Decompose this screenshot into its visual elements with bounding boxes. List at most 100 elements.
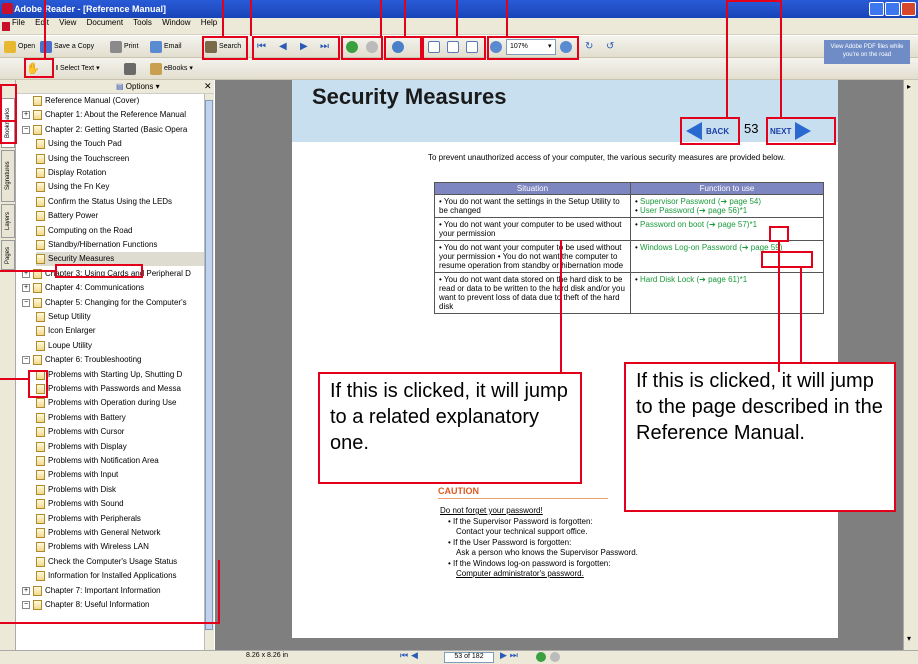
maximize-button[interactable]	[885, 2, 900, 16]
tab-signatures[interactable]: Signatures	[1, 150, 15, 202]
bookmark-item[interactable]: − Chapter 8: Useful Information	[22, 598, 204, 612]
menu-window[interactable]: Window	[162, 18, 190, 27]
bookmark-item[interactable]: + Chapter 1: About the Reference Manual	[22, 108, 204, 122]
bookmark-item[interactable]: Using the Touch Pad	[36, 137, 204, 151]
bookmark-page-icon	[36, 441, 45, 452]
tab-layers[interactable]: Layers	[1, 204, 15, 238]
bookmark-item[interactable]: Battery Power	[36, 209, 204, 223]
menu-view[interactable]: View	[59, 18, 76, 27]
leader-line	[0, 622, 218, 624]
bookmark-item[interactable]: Setup Utility	[36, 310, 204, 324]
callout-related-link: If this is clicked, it will jump to a re…	[318, 372, 582, 484]
bookmark-item[interactable]: Problems with General Network	[36, 526, 204, 540]
email-button[interactable]: Email	[150, 39, 182, 55]
bookmark-item[interactable]: Problems with Starting Up, Shutting D	[36, 368, 204, 382]
rotate-clockwise-button[interactable]: ↻	[585, 39, 593, 55]
bookmark-item[interactable]: Problems with Operation during Use	[36, 396, 204, 410]
highlight-page-navigation	[252, 36, 340, 60]
scroll-down-icon[interactable]: ▾	[907, 634, 911, 643]
bookmark-page-icon	[36, 139, 45, 150]
sidebar-scroll-thumb[interactable]	[205, 100, 213, 630]
adobe-promo-banner[interactable]: View Adobe PDF files while you're on the…	[824, 40, 910, 64]
save-copy-button[interactable]: Save a Copy	[40, 39, 94, 55]
bookmark-item[interactable]: Problems with Battery	[36, 411, 204, 425]
highlight-selected-bookmark	[55, 264, 143, 278]
bookmark-item[interactable]: Problems with Disk	[36, 483, 204, 497]
collapse-icon[interactable]: −	[22, 601, 30, 609]
collapse-icon[interactable]: −	[22, 356, 30, 365]
status-forward-icon[interactable]	[550, 652, 560, 662]
bookmark-item[interactable]: Problems with Sound	[36, 497, 204, 511]
bookmark-item[interactable]: Information for Installed Applications	[36, 569, 204, 583]
bookmark-item[interactable]: Problems with Display	[36, 440, 204, 454]
print-button[interactable]: Print	[110, 39, 138, 55]
select-text-button[interactable]: I Select Text ▾	[56, 61, 100, 77]
bookmark-item[interactable]: − Chapter 5: Changing for the Computer's	[22, 296, 204, 310]
bookmark-item[interactable]: Problems with Wireless LAN	[36, 540, 204, 554]
bookmark-label: Loupe Utility	[48, 340, 93, 350]
leader-line	[0, 270, 55, 272]
leader-line	[456, 0, 458, 36]
highlight-expand-toggle	[28, 370, 48, 398]
close-panel-icon[interactable]: ✕	[204, 81, 212, 92]
scroll-right-icon[interactable]: ▸	[907, 82, 911, 91]
bookmark-item[interactable]: Problems with Peripherals	[36, 512, 204, 526]
bookmark-item[interactable]: − Chapter 6: Troubleshooting	[22, 353, 204, 367]
page-indicator-field[interactable]: 53 of 182	[444, 652, 494, 663]
tab-pages[interactable]: Pages	[1, 240, 15, 270]
leader-line	[726, 0, 782, 2]
bookmark-item[interactable]: Problems with Passwords and Messa	[36, 382, 204, 396]
leader-line	[560, 240, 562, 374]
menu-help[interactable]: Help	[201, 18, 217, 27]
page-link[interactable]: User Password (➔ page 56)*1	[640, 206, 747, 215]
bookmark-item[interactable]: Computing on the Road	[36, 224, 204, 238]
bookmark-page-icon	[36, 211, 45, 222]
bookmark-label: Chapter 4: Communications	[45, 283, 145, 293]
collapse-icon[interactable]: −	[22, 298, 30, 307]
collapse-icon[interactable]: −	[22, 125, 30, 134]
bookmark-item[interactable]: Loupe Utility	[36, 339, 204, 353]
bookmark-item[interactable]: Confirm the Status Using the LEDs	[36, 195, 204, 209]
expand-icon[interactable]: +	[22, 284, 30, 293]
page-link[interactable]: Supervisor Password (➔ page 54)	[640, 197, 761, 206]
open-button[interactable]: Open	[4, 39, 35, 55]
bookmark-item[interactable]: Problems with Input	[36, 468, 204, 482]
menu-tools[interactable]: Tools	[133, 18, 152, 27]
bookmark-item[interactable]: Problems with Notification Area	[36, 454, 204, 468]
status-back-icon[interactable]	[536, 652, 546, 662]
bookmark-item[interactable]: Using the Touchscreen	[36, 152, 204, 166]
status-next-page-icon[interactable]: ▶ ⏭	[500, 651, 518, 661]
leader-line	[506, 0, 508, 36]
bookmark-page-icon	[36, 254, 45, 265]
document-scrollbar[interactable]: ▸ ▾	[903, 80, 918, 650]
rotate-counterclockwise-button[interactable]: ↺	[606, 39, 614, 55]
page-link[interactable]: Hard Disk Lock (➔ page 61)*1	[640, 275, 747, 284]
close-button[interactable]	[901, 2, 916, 16]
minimize-button[interactable]	[869, 2, 884, 16]
menu-document[interactable]: Document	[87, 18, 123, 27]
status-first-page-icon[interactable]: ⏮ ◀	[400, 651, 418, 661]
menu-edit[interactable]: Edit	[35, 18, 49, 27]
bookmark-item[interactable]: + Chapter 7: Important Information	[22, 584, 204, 598]
expand-icon[interactable]: +	[22, 586, 30, 595]
menu-file[interactable]: File	[12, 18, 25, 27]
leader-line	[404, 0, 406, 36]
bookmark-label: Problems with Disk	[48, 484, 117, 494]
page-layout-icons[interactable]	[850, 652, 910, 663]
bookmark-item[interactable]: + Chapter 4: Communications	[22, 281, 204, 295]
bookmark-item[interactable]: Icon Enlarger	[36, 324, 204, 338]
options-button[interactable]: ▤ Options ▾	[116, 82, 160, 91]
bookmark-item[interactable]: Using the Fn Key	[36, 180, 204, 194]
bookmark-item[interactable]: Standby/Hibernation Functions	[36, 238, 204, 252]
highlight-bookmarks-tab	[0, 84, 17, 144]
expand-icon[interactable]: +	[22, 111, 30, 120]
ebooks-button[interactable]: eBooks ▾	[150, 61, 193, 77]
bookmark-item[interactable]: − Chapter 2: Getting Started (Basic Opera	[22, 123, 204, 137]
bookmark-item[interactable]: Check the Computer's Usage Status	[36, 555, 204, 569]
callout-page-link: If this is clicked, it will jump to the …	[624, 362, 896, 512]
bookmark-item[interactable]: Reference Manual (Cover)	[22, 94, 204, 108]
page-link[interactable]: Password on boot (➔ page 57)*1	[640, 220, 757, 229]
bookmark-item[interactable]: Problems with Cursor	[36, 425, 204, 439]
bookmark-item[interactable]: Display Rotation	[36, 166, 204, 180]
snapshot-button[interactable]	[124, 61, 136, 77]
